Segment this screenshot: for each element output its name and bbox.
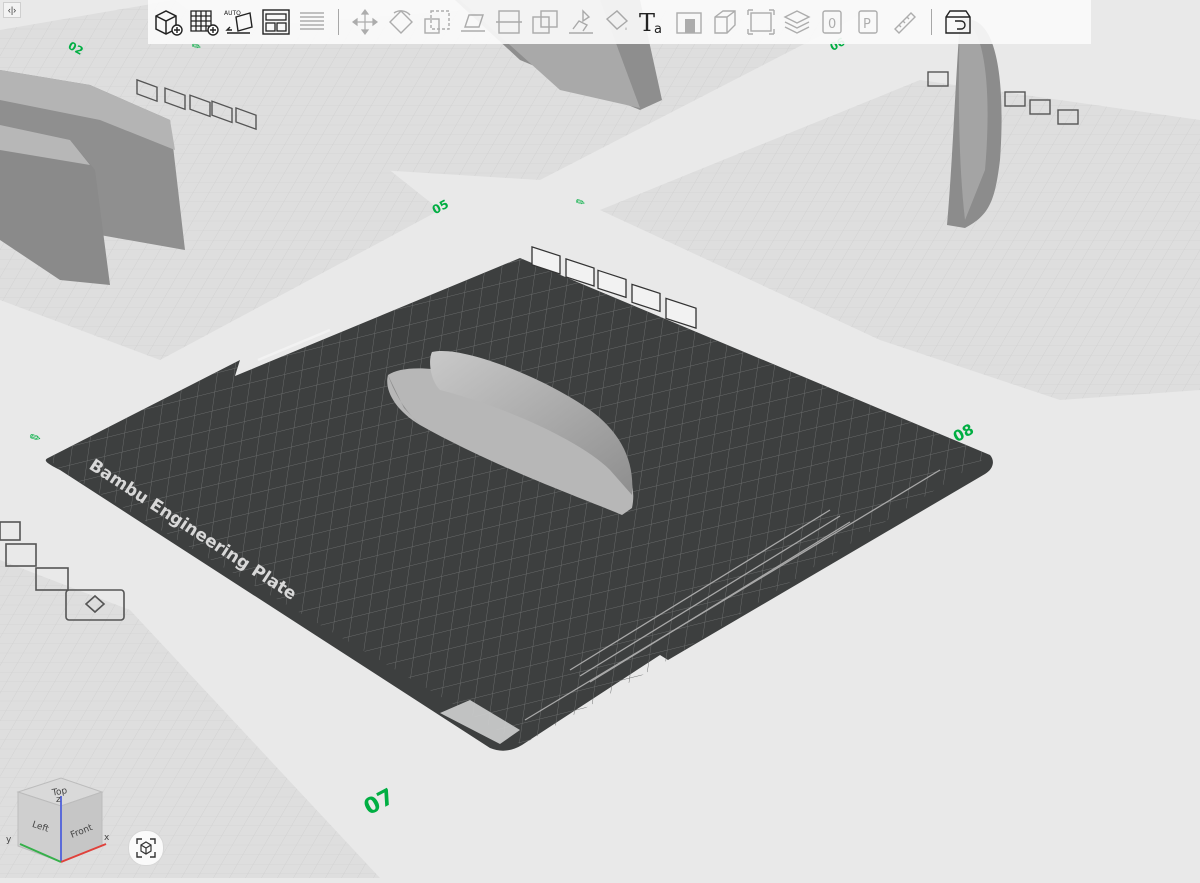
svg-text:P: P <box>863 17 871 32</box>
color-paint-button[interactable] <box>600 4 634 40</box>
variable-layer-icon <box>783 10 811 34</box>
cut-icon <box>496 10 522 34</box>
split-plates-button[interactable] <box>295 4 329 40</box>
fuzzy-skin-icon: 0 <box>822 10 842 34</box>
add-plate-icon <box>190 10 219 36</box>
svg-text:T: T <box>639 9 655 37</box>
axis-x-label: x <box>104 833 110 843</box>
svg-text:0: 0 <box>828 17 836 32</box>
emboss-button[interactable] <box>672 4 706 40</box>
rotate-icon <box>389 10 413 34</box>
lay-on-face-button[interactable] <box>456 4 490 40</box>
main-toolbar: AUTO Ta 0 P <box>148 0 1091 44</box>
fit-view-button[interactable] <box>128 830 164 866</box>
measure-button[interactable] <box>888 4 922 40</box>
scale-icon <box>424 10 450 34</box>
move-icon <box>352 9 378 35</box>
variable-layer-button[interactable] <box>780 4 814 40</box>
p-tool-button[interactable]: P <box>852 4 886 40</box>
toolbar-divider <box>338 9 339 35</box>
split-parts-icon <box>747 9 775 35</box>
auto-orient-icon: AUTO <box>224 10 253 34</box>
arrange-icon <box>262 9 290 35</box>
split-objects-button[interactable] <box>708 4 742 40</box>
lay-on-face-icon <box>461 14 485 32</box>
cut-button[interactable] <box>492 4 526 40</box>
color-paint-icon <box>605 10 629 30</box>
p-icon: P <box>858 10 878 34</box>
support-paint-button[interactable] <box>564 4 598 40</box>
split-objects-icon <box>714 10 736 34</box>
text-tool-button[interactable]: Ta <box>636 4 670 40</box>
toolbar-divider <box>931 9 932 35</box>
rotate-button[interactable] <box>384 4 418 40</box>
split-parts-button[interactable] <box>744 4 778 40</box>
scale-button[interactable] <box>420 4 454 40</box>
support-paint-icon <box>569 9 593 34</box>
boolean-icon <box>532 10 558 34</box>
text-icon: Ta <box>639 9 662 37</box>
fit-view-icon <box>136 838 156 858</box>
3d-viewport[interactable]: Bambu Engineering Plate 02 05 06 08 07 ✎… <box>0 0 1200 878</box>
measure-icon <box>894 12 916 34</box>
add-object-icon <box>155 10 183 36</box>
add-object-button[interactable] <box>151 4 185 40</box>
axis-z-label: z <box>56 795 61 805</box>
move-button[interactable] <box>348 4 382 40</box>
collapse-sidebar-button[interactable]: ‹|› <box>3 2 21 18</box>
add-plate-button[interactable] <box>187 4 221 40</box>
auto-orient-button[interactable]: AUTO <box>223 4 257 40</box>
view-cube[interactable]: Top Left Front z x y <box>6 770 116 870</box>
emboss-icon <box>676 12 702 34</box>
axis-y-label: y <box>6 835 12 845</box>
svg-text:a: a <box>654 22 662 37</box>
assembly-view-button[interactable] <box>941 4 975 40</box>
fuzzy-skin-button[interactable]: 0 <box>816 4 850 40</box>
arrange-button[interactable] <box>259 4 293 40</box>
boolean-button[interactable] <box>528 4 562 40</box>
assembly-view-icon <box>945 10 971 34</box>
split-plates-icon <box>300 12 324 30</box>
